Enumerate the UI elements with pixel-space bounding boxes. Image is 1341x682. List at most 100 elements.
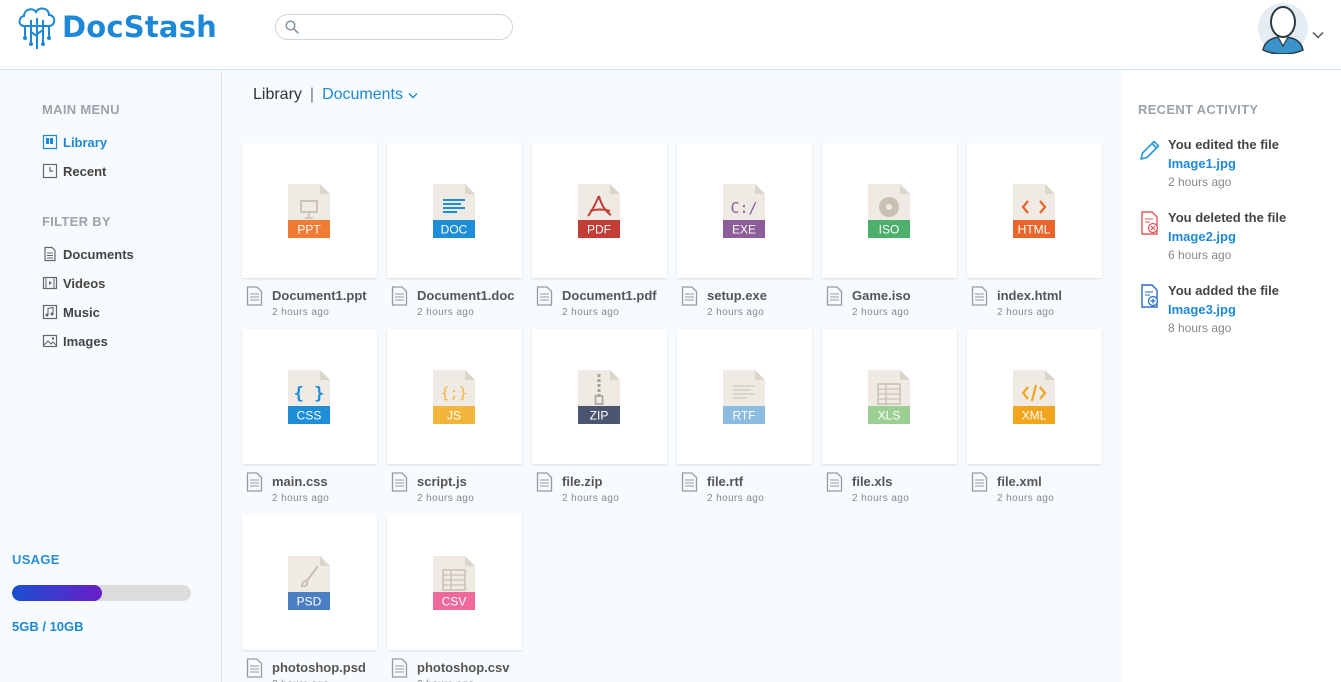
file-name[interactable]: Document1.ppt [272, 288, 367, 303]
file-name[interactable]: file.rtf [707, 474, 743, 489]
file-time: 2 hours ago [272, 493, 330, 504]
file-thumbnail[interactable]: PSD [242, 515, 377, 650]
file-thumbnail[interactable]: CSV [387, 515, 522, 650]
file-type-ppt-icon: PPT [288, 184, 330, 238]
file-tile[interactable]: HTML index.html 2 hours ago [967, 143, 1102, 329]
file-tile[interactable]: PSDphotoshop.psd2 hours ago [242, 515, 377, 682]
activity-file-link[interactable]: Image3.jpg [1168, 302, 1236, 317]
activity-item: You deleted the file Image2.jpg 6 hours … [1138, 210, 1338, 276]
sidebar-item-documents[interactable]: Documents [42, 246, 134, 262]
breadcrumb-separator: | [309, 86, 315, 103]
pencil-icon [1140, 140, 1160, 160]
file-thumbnail[interactable]: PDF [532, 143, 667, 278]
file-thumbnail[interactable]: RTF [677, 329, 812, 464]
chevron-down-icon[interactable] [1312, 31, 1324, 39]
file-name[interactable]: index.html [997, 288, 1062, 303]
file-type-badge: PPT [297, 223, 321, 237]
file-thumbnail[interactable]: HTML [967, 143, 1102, 278]
file-tile[interactable]: RTF file.rtf 2 hours ago [677, 329, 812, 515]
file-name[interactable]: photoshop.psd [272, 660, 366, 675]
file-type-badge: CSV [442, 595, 467, 609]
file-tile[interactable]: ISO Game.iso 2 hours ago [822, 143, 957, 329]
file-type-xml-icon: XML [1013, 370, 1055, 424]
file-name[interactable]: Document1.pdf [562, 288, 657, 303]
chevron-down-icon [408, 92, 418, 98]
file-thumbnail[interactable]: DOC [387, 143, 522, 278]
search-box[interactable] [275, 14, 513, 40]
file-tile[interactable]: {;} JS script.js 2 hours ago [387, 329, 522, 515]
user-avatar-icon[interactable] [1257, 2, 1309, 54]
file-name[interactable]: main.css [272, 474, 328, 489]
file-name[interactable]: script.js [417, 474, 467, 489]
sidebar-item-videos[interactable]: Videos [42, 275, 105, 291]
usage-progress-bar [12, 585, 191, 601]
recent-activity-panel: RECENT ACTIVITY You edited the file Imag… [1123, 70, 1341, 682]
activity-file-link[interactable]: Image1.jpg [1168, 156, 1236, 171]
usage-text: 5GB / 10GB [12, 619, 84, 634]
file-tile[interactable]: PDF Document1.pdf 2 hours ago [532, 143, 667, 329]
video-icon [42, 276, 58, 290]
sidebar-item-recent[interactable]: Recent [42, 163, 106, 179]
file-tile[interactable]: { } CSS main.css 2 hours ago [242, 329, 377, 515]
file-name[interactable]: file.zip [562, 474, 602, 489]
file-tile[interactable]: CSVphotoshop.csv2 hours ago [387, 515, 522, 682]
main-content: Library | Documents PPT Document1.ppt 2 ho… [222, 70, 1123, 682]
file-thumbnail[interactable]: C:/ EXE [677, 143, 812, 278]
file-tile[interactable]: XML file.xml 2 hours ago [967, 329, 1102, 515]
sidebar-item-music[interactable]: Music [42, 304, 100, 320]
breadcrumb: Library | Documents [253, 86, 418, 104]
file-name[interactable]: Game.iso [852, 288, 911, 303]
file-icon [246, 286, 263, 306]
breadcrumb-documents-dropdown[interactable]: Documents [322, 86, 418, 104]
main-menu-title: MAIN MENU [42, 102, 120, 117]
file-thumbnail[interactable]: ISO [822, 143, 957, 278]
file-tile[interactable]: XLS file.xls 2 hours ago [822, 329, 957, 515]
file-name[interactable]: Document1.doc [417, 288, 515, 303]
file-icon [391, 472, 408, 492]
file-name[interactable]: file.xml [997, 474, 1042, 489]
sidebar-item-label: Library [63, 134, 108, 150]
file-tile[interactable]: C:/ EXE setup.exe 2 hours ago [677, 143, 812, 329]
file-thumbnail[interactable]: ZIP [532, 329, 667, 464]
logo[interactable]: DocStash [16, 4, 217, 50]
recent-icon [42, 163, 58, 179]
search-input[interactable] [304, 18, 504, 36]
file-thumbnail[interactable]: { } CSS [242, 329, 377, 464]
file-name[interactable]: setup.exe [707, 288, 767, 303]
file-type-psd-icon: PSD [288, 556, 330, 610]
file-type-badge: JS [447, 409, 461, 423]
activity-time: 8 hours ago [1168, 321, 1232, 335]
filter-by-title: FILTER BY [42, 214, 111, 229]
file-tile[interactable]: ZIP file.zip 2 hours ago [532, 329, 667, 515]
sidebar-item-images[interactable]: Images [42, 333, 108, 349]
activity-file-link[interactable]: Image2.jpg [1168, 229, 1236, 244]
document-icon [44, 246, 56, 262]
sidebar-item-label: Videos [63, 275, 106, 291]
recent-activity-title: RECENT ACTIVITY [1138, 102, 1259, 117]
file-type-badge: ZIP [590, 409, 609, 423]
file-tile[interactable]: DOC Document1.doc 2 hours ago [387, 143, 522, 329]
file-add-icon [1141, 284, 1159, 308]
file-type-badge: CSS [297, 409, 322, 423]
file-thumbnail[interactable]: PPT [242, 143, 377, 278]
top-header: DocStash [0, 0, 1341, 70]
sidebar-item-label: Recent [63, 163, 107, 179]
file-name[interactable]: file.xls [852, 474, 892, 489]
file-time: 2 hours ago [562, 493, 620, 504]
sidebar-item-library[interactable]: Library [42, 134, 107, 150]
file-time: 2 hours ago [417, 307, 475, 318]
file-name[interactable]: photoshop.csv [417, 660, 509, 675]
svg-text:{;}: {;} [440, 384, 467, 402]
file-type-css-icon: { } CSS [288, 370, 330, 424]
file-thumbnail[interactable]: XML [967, 329, 1102, 464]
breadcrumb-library[interactable]: Library [253, 86, 302, 104]
file-thumbnail[interactable]: XLS [822, 329, 957, 464]
cloud-tree-logo-icon [18, 7, 56, 49]
file-time: 2 hours ago [852, 307, 910, 318]
file-icon [681, 286, 698, 306]
file-tile[interactable]: PPT Document1.ppt 2 hours ago [242, 143, 377, 329]
file-icon [391, 658, 408, 678]
file-thumbnail[interactable]: {;} JS [387, 329, 522, 464]
sidebar-item-label: Music [63, 304, 100, 320]
activity-action: You added the file [1168, 283, 1279, 298]
